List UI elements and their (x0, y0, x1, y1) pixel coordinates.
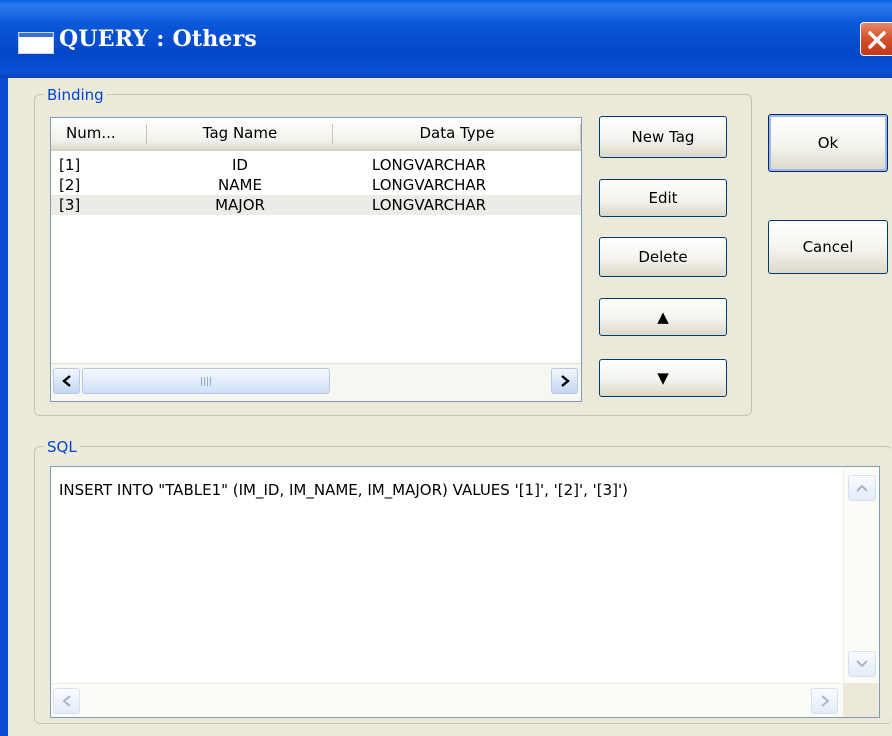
cell-num: [2] (59, 176, 81, 194)
window-frame-left (0, 78, 8, 736)
scroll-up-button[interactable] (848, 475, 876, 501)
table-row-selected[interactable]: [3] MAJOR LONGVARCHAR (51, 195, 581, 215)
arrow-left-icon (62, 375, 71, 387)
delete-button[interactable]: Delete (599, 237, 727, 277)
cell-data-type: LONGVARCHAR (371, 156, 487, 174)
scroll-left-button[interactable] (53, 368, 80, 394)
column-header-tag-name[interactable]: Tag Name (147, 118, 333, 149)
list-header: Num... Tag Name Data Type (51, 118, 581, 151)
cell-tag-name: ID (232, 156, 248, 174)
cell-data-type: LONGVARCHAR (371, 176, 487, 194)
column-header-data-type[interactable]: Data Type (333, 118, 581, 149)
column-header-num[interactable]: Num... (51, 118, 147, 149)
binding-group-label: Binding (44, 86, 107, 104)
grip-icon (201, 377, 213, 386)
arrow-right-icon (561, 375, 570, 387)
new-tag-button[interactable]: New Tag (599, 116, 727, 158)
window-title: QUERY : Others (59, 26, 257, 52)
scroll-thumb[interactable] (82, 368, 330, 394)
scrollbar-corner (843, 683, 879, 717)
sql-vertical-scrollbar[interactable] (843, 467, 879, 683)
arrow-left-icon (62, 695, 71, 707)
sql-horizontal-scrollbar[interactable] (51, 683, 843, 717)
app-window-icon (18, 32, 54, 54)
sql-text[interactable]: INSERT INTO "TABLE1" (IM_ID, IM_NAME, IM… (59, 481, 628, 499)
arrow-down-icon (856, 660, 868, 668)
cell-num: [1] (59, 156, 81, 174)
table-row[interactable]: [2] NAME LONGVARCHAR (51, 175, 581, 195)
cancel-button[interactable]: Cancel (768, 220, 888, 274)
arrow-up-icon (856, 484, 868, 492)
cell-data-type: LONGVARCHAR (371, 196, 487, 214)
scroll-right-button[interactable] (811, 688, 838, 714)
scroll-down-button[interactable] (848, 651, 876, 677)
move-down-button[interactable]: ▼ (599, 359, 727, 397)
table-row[interactable]: [1] ID LONGVARCHAR (51, 155, 581, 175)
cell-tag-name: MAJOR (215, 196, 265, 214)
move-up-button[interactable]: ▲ (599, 298, 727, 336)
sql-textarea[interactable]: INSERT INTO "TABLE1" (IM_ID, IM_NAME, IM… (50, 466, 880, 718)
close-button[interactable] (860, 22, 892, 56)
ok-button[interactable]: Ok (768, 114, 888, 172)
sql-group-label: SQL (44, 438, 80, 456)
scroll-right-button[interactable] (551, 368, 578, 394)
cell-tag-name: NAME (218, 176, 262, 194)
title-bar[interactable]: QUERY : Others (0, 0, 892, 78)
cell-num: [3] (59, 196, 81, 214)
list-horizontal-scrollbar[interactable] (51, 363, 581, 401)
edit-button[interactable]: Edit (599, 179, 727, 217)
close-x-icon (868, 31, 886, 49)
binding-tag-list[interactable]: Num... Tag Name Data Type [1] ID LONGVAR… (50, 117, 582, 402)
arrow-right-icon (821, 695, 830, 707)
scroll-left-button[interactable] (53, 688, 80, 714)
